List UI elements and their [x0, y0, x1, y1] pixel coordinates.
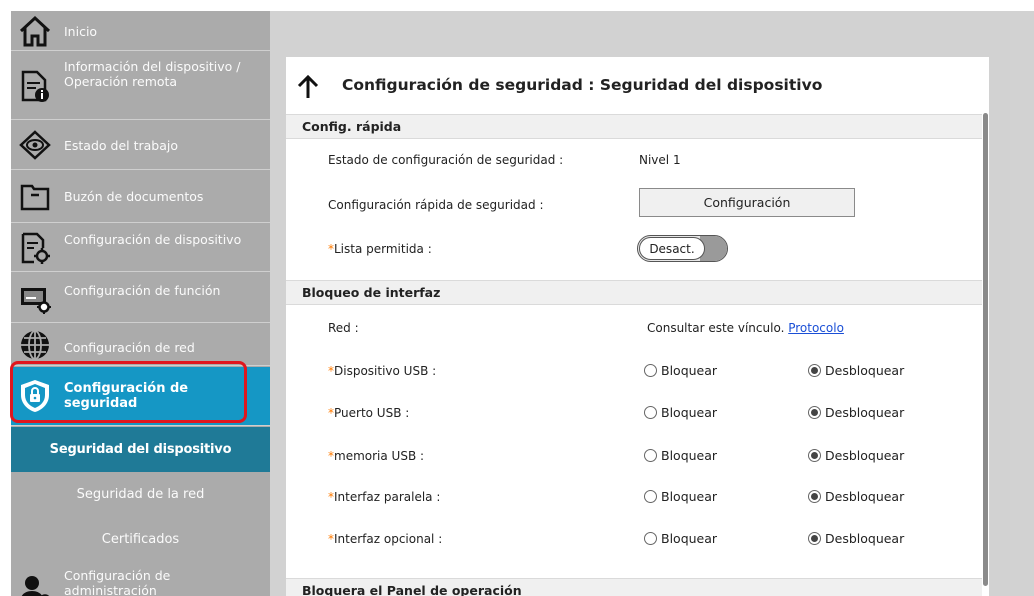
sidebar-item-label: Configuración de seguridad — [64, 381, 189, 411]
sidebar-subitem-network-security[interactable]: Seguridad de la red — [11, 472, 270, 517]
scrollbar-thumb[interactable] — [983, 113, 988, 586]
sidebar-item-admin-settings[interactable]: Configuración de administración — [11, 563, 270, 596]
device-settings-icon — [17, 230, 53, 266]
network-value: Consultar este vínculo. Protocolo — [647, 321, 844, 335]
allow-list-label: *Lista permitida : — [328, 242, 432, 256]
section-header-panel-lock: Bloquera el Panel de operación — [286, 578, 982, 596]
radio-checked — [808, 364, 821, 377]
folder-icon — [17, 179, 53, 215]
optional-interface-lock-radio[interactable]: Bloquear — [644, 531, 717, 546]
device-info-icon — [17, 68, 53, 104]
usb-memory-unlock-radio[interactable]: Desbloquear — [808, 448, 904, 463]
sidebar-item-home[interactable]: Inicio — [11, 11, 270, 51]
radio-unchecked — [644, 449, 657, 462]
sidebar-item-label: Información del dispositivo / Operación … — [64, 59, 241, 89]
sidebar: Inicio Información del dispositivo / Ope… — [11, 11, 270, 596]
usb-device-label: *Dispositivo USB : — [328, 364, 437, 378]
sidebar-item-device-settings[interactable]: Configuración de dispositivo — [11, 224, 270, 272]
radio-unchecked — [644, 406, 657, 419]
sidebar-item-device-info[interactable]: Información del dispositivo / Operación … — [11, 52, 270, 120]
usb-device-unlock-radio[interactable]: Desbloquear — [808, 363, 904, 378]
radio-unchecked — [644, 532, 657, 545]
radio-checked — [808, 532, 821, 545]
function-settings-icon — [17, 280, 53, 316]
sidebar-subitem-certificates[interactable]: Certificados — [11, 517, 270, 562]
sidebar-subitem-device-security[interactable]: Seguridad del dispositivo — [11, 427, 270, 472]
toggle-label: Desact. — [639, 237, 705, 260]
up-arrow-icon[interactable] — [296, 74, 320, 103]
radio-checked — [808, 449, 821, 462]
parallel-interface-label: *Interfaz paralela : — [328, 490, 441, 504]
radio-checked — [808, 406, 821, 419]
sidebar-item-job-status[interactable]: Estado del trabajo — [11, 121, 270, 170]
admin-icon — [17, 572, 53, 596]
sidebar-item-function-settings[interactable]: Configuración de función — [11, 273, 270, 323]
quick-security-label: Configuración rápida de seguridad : — [328, 198, 544, 212]
sidebar-item-label: Configuración de dispositivo — [64, 232, 242, 247]
security-status-label: Estado de configuración de seguridad : — [328, 153, 564, 167]
allow-list-toggle[interactable]: Desact. — [637, 235, 728, 262]
network-label: Red : — [328, 321, 359, 335]
sidebar-item-label: Buzón de documentos — [64, 189, 204, 204]
section-header-interface-lock: Bloqueo de interfaz — [286, 280, 982, 305]
vertical-scrollbar[interactable] — [982, 113, 989, 596]
page-title: Configuración de seguridad : Seguridad d… — [342, 76, 823, 94]
optional-interface-unlock-radio[interactable]: Desbloquear — [808, 531, 904, 546]
usb-port-unlock-radio[interactable]: Desbloquear — [808, 405, 904, 420]
usb-port-label: *Puerto USB : — [328, 406, 410, 420]
protocol-link[interactable]: Protocolo — [788, 321, 844, 335]
sidebar-item-label: Configuración de administración — [64, 568, 171, 596]
radio-unchecked — [644, 490, 657, 503]
home-icon — [17, 13, 53, 49]
sidebar-item-network-settings[interactable]: Configuración de red — [11, 324, 270, 366]
sidebar-item-security-settings[interactable]: Configuración de seguridad — [11, 367, 270, 426]
parallel-interface-lock-radio[interactable]: Bloquear — [644, 489, 717, 504]
security-status-value: Nivel 1 — [639, 153, 681, 167]
sidebar-item-document-box[interactable]: Buzón de documentos — [11, 171, 270, 223]
sidebar-item-label: Configuración de función — [64, 283, 221, 298]
usb-memory-label: *memoria USB : — [328, 449, 425, 463]
optional-interface-label: *Interfaz opcional : — [328, 532, 443, 546]
section-header-quick: Config. rápida — [286, 114, 982, 139]
content-panel: Configuración de seguridad : Seguridad d… — [286, 57, 989, 596]
shield-icon — [17, 378, 53, 414]
globe-icon — [17, 327, 53, 363]
radio-checked — [808, 490, 821, 503]
radio-unchecked — [644, 364, 657, 377]
usb-port-lock-radio[interactable]: Bloquear — [644, 405, 717, 420]
sidebar-item-label: Configuración de red — [64, 340, 195, 355]
parallel-interface-unlock-radio[interactable]: Desbloquear — [808, 489, 904, 504]
eye-icon — [17, 127, 53, 163]
configuration-button[interactable]: Configuración — [639, 188, 855, 217]
usb-memory-lock-radio[interactable]: Bloquear — [644, 448, 717, 463]
usb-device-lock-radio[interactable]: Bloquear — [644, 363, 717, 378]
sidebar-item-label: Estado del trabajo — [64, 138, 179, 153]
sidebar-item-label: Inicio — [64, 24, 98, 39]
